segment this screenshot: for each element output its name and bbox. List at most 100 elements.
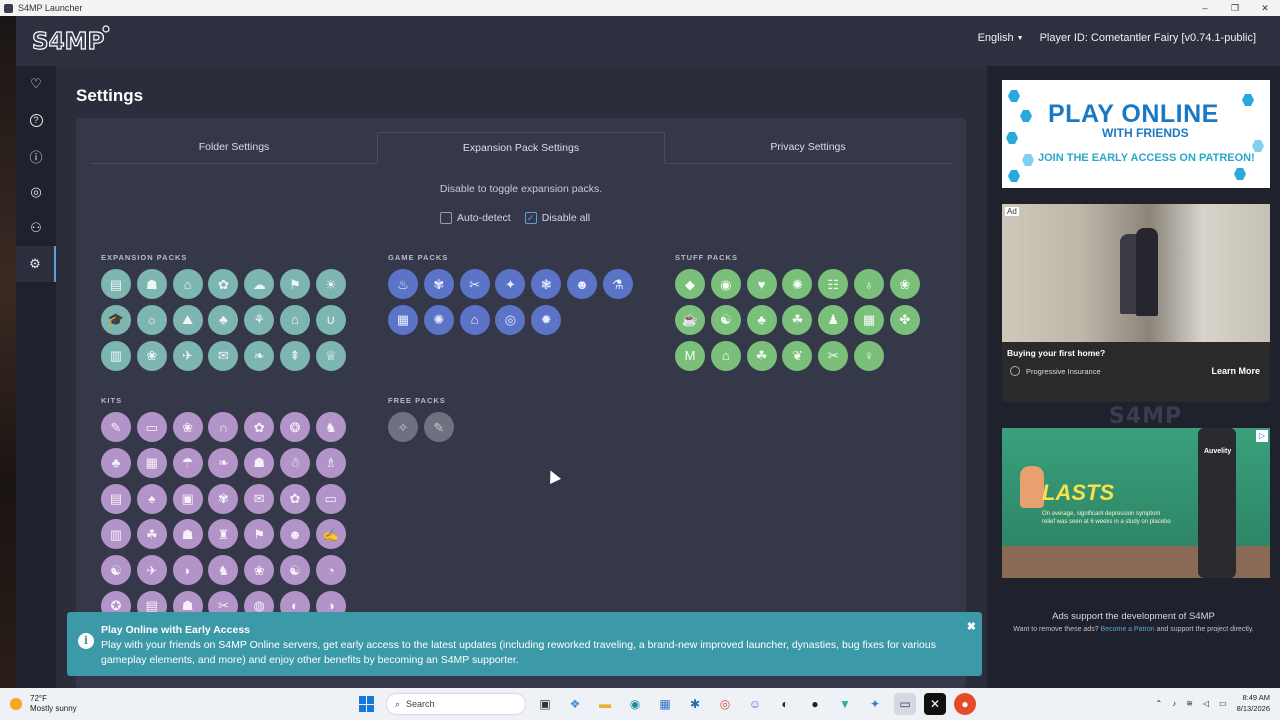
pharma-ad[interactable]: LASTS On average, significant depression…: [1002, 428, 1270, 578]
pack-toggle-sp-0[interactable]: ◆: [675, 269, 705, 299]
pack-toggle-gp-2[interactable]: ✂: [459, 269, 490, 299]
pack-toggle-kit-7[interactable]: ♣: [101, 447, 131, 478]
pack-toggle-kit-31[interactable]: ♞: [208, 555, 239, 586]
steam-icon[interactable]: ◐: [774, 693, 796, 715]
pack-toggle-gp-5[interactable]: ☻: [566, 269, 597, 299]
pack-toggle-sp-15[interactable]: ⌂: [710, 340, 741, 371]
pack-toggle-ep-13[interactable]: ∪: [315, 304, 346, 335]
capcut-icon[interactable]: ✕: [924, 693, 946, 715]
microphone-icon[interactable]: ♪: [1172, 699, 1176, 708]
pack-toggle-kit-30[interactable]: ◗: [172, 555, 203, 586]
pack-toggle-kit-15[interactable]: ♠: [136, 483, 167, 514]
pack-toggle-kit-11[interactable]: ☗: [244, 447, 275, 478]
pack-toggle-gp-3[interactable]: ✦: [495, 269, 526, 299]
pack-toggle-ep-6[interactable]: ☀: [315, 269, 346, 299]
sidebar-item-favorites[interactable]: ♡: [16, 66, 56, 102]
sims-icon[interactable]: ✦: [864, 693, 886, 715]
pack-toggle-ep-2[interactable]: ⌂: [172, 269, 203, 299]
tab-expansion-pack-settings[interactable]: Expansion Pack Settings: [377, 132, 665, 164]
pack-toggle-ep-3[interactable]: ✿: [208, 269, 239, 299]
pack-toggle-ep-0[interactable]: ▤: [101, 269, 131, 299]
sidebar-item-info[interactable]: ⓘ: [16, 138, 56, 174]
pack-toggle-free-0[interactable]: ✧: [388, 412, 418, 442]
pack-toggle-sp-17[interactable]: ❦: [782, 340, 813, 371]
pack-toggle-ep-17[interactable]: ✉: [208, 340, 239, 371]
pack-toggle-kit-3[interactable]: ∩: [208, 412, 239, 442]
sidebar-item-settings[interactable]: ⚙: [16, 246, 56, 282]
edge-icon[interactable]: ◉: [624, 693, 646, 715]
become-patron-link[interactable]: Become a Patron: [1101, 626, 1155, 633]
pack-toggle-sp-1[interactable]: ◉: [710, 269, 741, 299]
pack-toggle-gp-9[interactable]: ⌂: [459, 304, 490, 335]
pack-toggle-kit-12[interactable]: ☃: [279, 447, 310, 478]
pack-toggle-kit-26[interactable]: ☻: [279, 519, 310, 550]
pack-toggle-kit-32[interactable]: ❀: [244, 555, 275, 586]
start-button[interactable]: [356, 693, 378, 715]
pack-toggle-ep-7[interactable]: 🎓: [101, 304, 131, 335]
pack-toggle-ep-12[interactable]: ⌂: [279, 304, 310, 335]
pack-toggle-gp-1[interactable]: ✾: [423, 269, 454, 299]
s4mp-taskbar-icon[interactable]: ▭: [894, 693, 916, 715]
pack-toggle-kit-9[interactable]: ☂: [172, 447, 203, 478]
pack-toggle-ep-4[interactable]: ☁: [244, 269, 275, 299]
vpn-icon[interactable]: ▼: [834, 693, 856, 715]
pack-toggle-sp-3[interactable]: ✺: [782, 269, 813, 299]
pack-toggle-ep-5[interactable]: ⚑: [279, 269, 310, 299]
pack-toggle-ep-18[interactable]: ❧: [244, 340, 275, 371]
pack-toggle-ep-15[interactable]: ❀: [136, 340, 167, 371]
adchoices-icon[interactable]: ▷: [1256, 430, 1268, 442]
sidebar-item-friends[interactable]: ⚇: [16, 210, 56, 246]
pack-toggle-kit-4[interactable]: ✿: [244, 412, 275, 442]
weather-sun-icon[interactable]: [10, 698, 22, 710]
pack-toggle-sp-7[interactable]: ☕: [675, 304, 705, 335]
s4mp-logo[interactable]: S4MP: [30, 24, 110, 56]
language-select[interactable]: English ▼: [978, 32, 1024, 44]
learn-more-button[interactable]: Learn More: [1211, 366, 1260, 376]
app-icon[interactable]: ✱: [684, 693, 706, 715]
insurance-ad[interactable]: Ad Buying your first home? Progressive I…: [1002, 204, 1270, 402]
tab-privacy-settings[interactable]: Privacy Settings: [665, 132, 951, 163]
pack-toggle-kit-27[interactable]: ✍: [315, 519, 346, 550]
pack-toggle-sp-4[interactable]: ☷: [818, 269, 849, 299]
pack-toggle-kit-19[interactable]: ✿: [279, 483, 310, 514]
pack-toggle-sp-6[interactable]: ❀: [889, 269, 920, 299]
pack-toggle-gp-10[interactable]: ◎: [495, 304, 526, 335]
pack-toggle-sp-14[interactable]: M: [675, 340, 705, 371]
pack-toggle-ep-19[interactable]: ⇞: [279, 340, 310, 371]
tab-folder-settings[interactable]: Folder Settings: [91, 132, 377, 163]
pack-toggle-kit-16[interactable]: ▣: [172, 483, 203, 514]
pack-toggle-kit-34[interactable]: ◔: [315, 555, 346, 586]
chevron-up-icon[interactable]: ⌃: [1156, 699, 1163, 708]
pack-toggle-gp-7[interactable]: ▦: [388, 304, 418, 335]
pack-toggle-kit-24[interactable]: ♜: [208, 519, 239, 550]
pack-toggle-kit-22[interactable]: ☘: [136, 519, 167, 550]
pack-toggle-kit-28[interactable]: ☯: [101, 555, 131, 586]
pack-toggle-sp-12[interactable]: ▦: [853, 304, 884, 335]
pack-toggle-sp-9[interactable]: ♣: [746, 304, 777, 335]
pack-toggle-ep-14[interactable]: ▥: [101, 340, 131, 371]
pack-toggle-kit-17[interactable]: ✾: [208, 483, 239, 514]
task-view-icon[interactable]: ▣: [534, 693, 556, 715]
pack-toggle-kit-1[interactable]: ▭: [136, 412, 167, 442]
taskbar-search[interactable]: ⌕ Search: [386, 693, 526, 715]
pack-toggle-kit-33[interactable]: ☯: [279, 555, 310, 586]
pack-toggle-kit-18[interactable]: ✉: [244, 483, 275, 514]
pack-toggle-kit-14[interactable]: ▤: [101, 483, 131, 514]
disable-all-checkbox[interactable]: ✓ Disable all: [524, 212, 590, 224]
play-online-ad[interactable]: PLAY ONLINE WITH FRIENDS JOIN THE EARLY …: [1002, 80, 1270, 188]
maximize-button[interactable]: ❐: [1220, 0, 1250, 16]
pack-toggle-sp-16[interactable]: ☘: [746, 340, 777, 371]
pack-toggle-ep-9[interactable]: ⛰: [172, 304, 203, 335]
pack-toggle-gp-11[interactable]: ✹: [531, 304, 562, 335]
pack-toggle-kit-2[interactable]: ❀: [172, 412, 203, 442]
pack-toggle-kit-10[interactable]: ❧: [208, 447, 239, 478]
pack-toggle-sp-5[interactable]: ♁: [853, 269, 884, 299]
volume-icon[interactable]: ◁: [1203, 699, 1209, 708]
pack-toggle-ep-8[interactable]: ☼: [136, 304, 167, 335]
minimize-button[interactable]: –: [1190, 0, 1220, 16]
pack-toggle-sp-13[interactable]: ✤: [889, 304, 920, 335]
sidebar-item-web[interactable]: ◎: [16, 174, 56, 210]
pack-toggle-ep-1[interactable]: ☗: [136, 269, 167, 299]
github-icon[interactable]: ●: [804, 693, 826, 715]
sidebar-item-help[interactable]: ?: [16, 102, 56, 138]
